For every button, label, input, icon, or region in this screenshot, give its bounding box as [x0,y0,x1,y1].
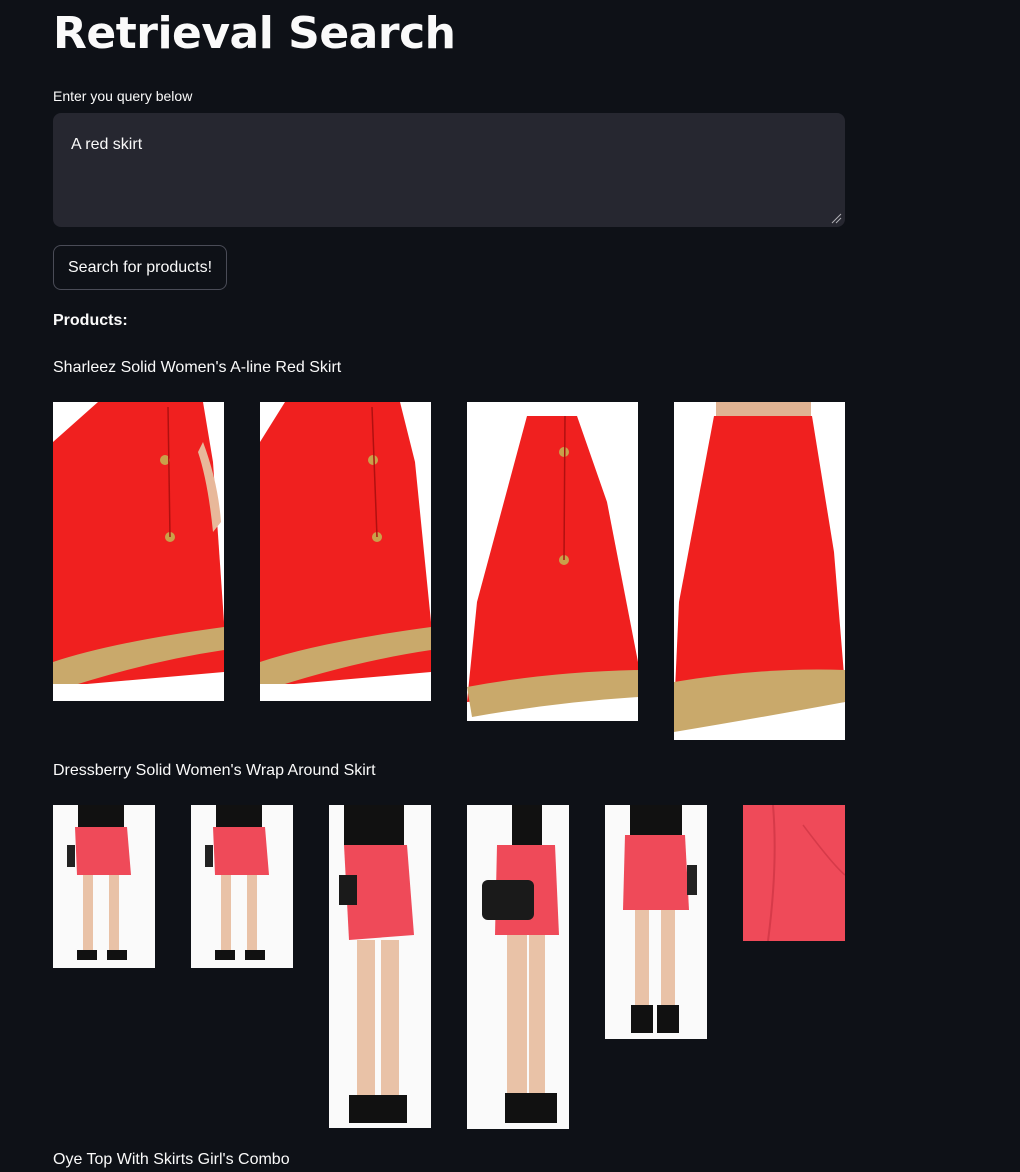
product-image[interactable] [674,402,845,740]
query-label: Enter you query below [53,88,193,104]
products-heading: Products: [53,312,128,329]
page-title: Retrieval Search [53,8,456,59]
product-image[interactable] [467,402,638,721]
product-title: Dressberry Solid Women's Wrap Around Ski… [53,762,376,779]
product-image[interactable] [191,805,293,968]
product-image[interactable] [743,805,845,941]
search-button[interactable]: Search for products! [53,245,228,290]
product-image[interactable] [53,805,155,968]
product-title: Oye Top With Skirts Girl's Combo [53,1151,290,1168]
resize-handle-icon[interactable] [831,213,842,224]
query-input[interactable] [53,113,845,227]
product-image[interactable] [260,402,431,701]
product-image[interactable] [53,402,224,701]
product-image[interactable] [467,805,569,1129]
product-image[interactable] [605,805,707,1039]
product-image[interactable] [329,805,431,1128]
product-title: Sharleez Solid Women's A-line Red Skirt [53,359,342,376]
